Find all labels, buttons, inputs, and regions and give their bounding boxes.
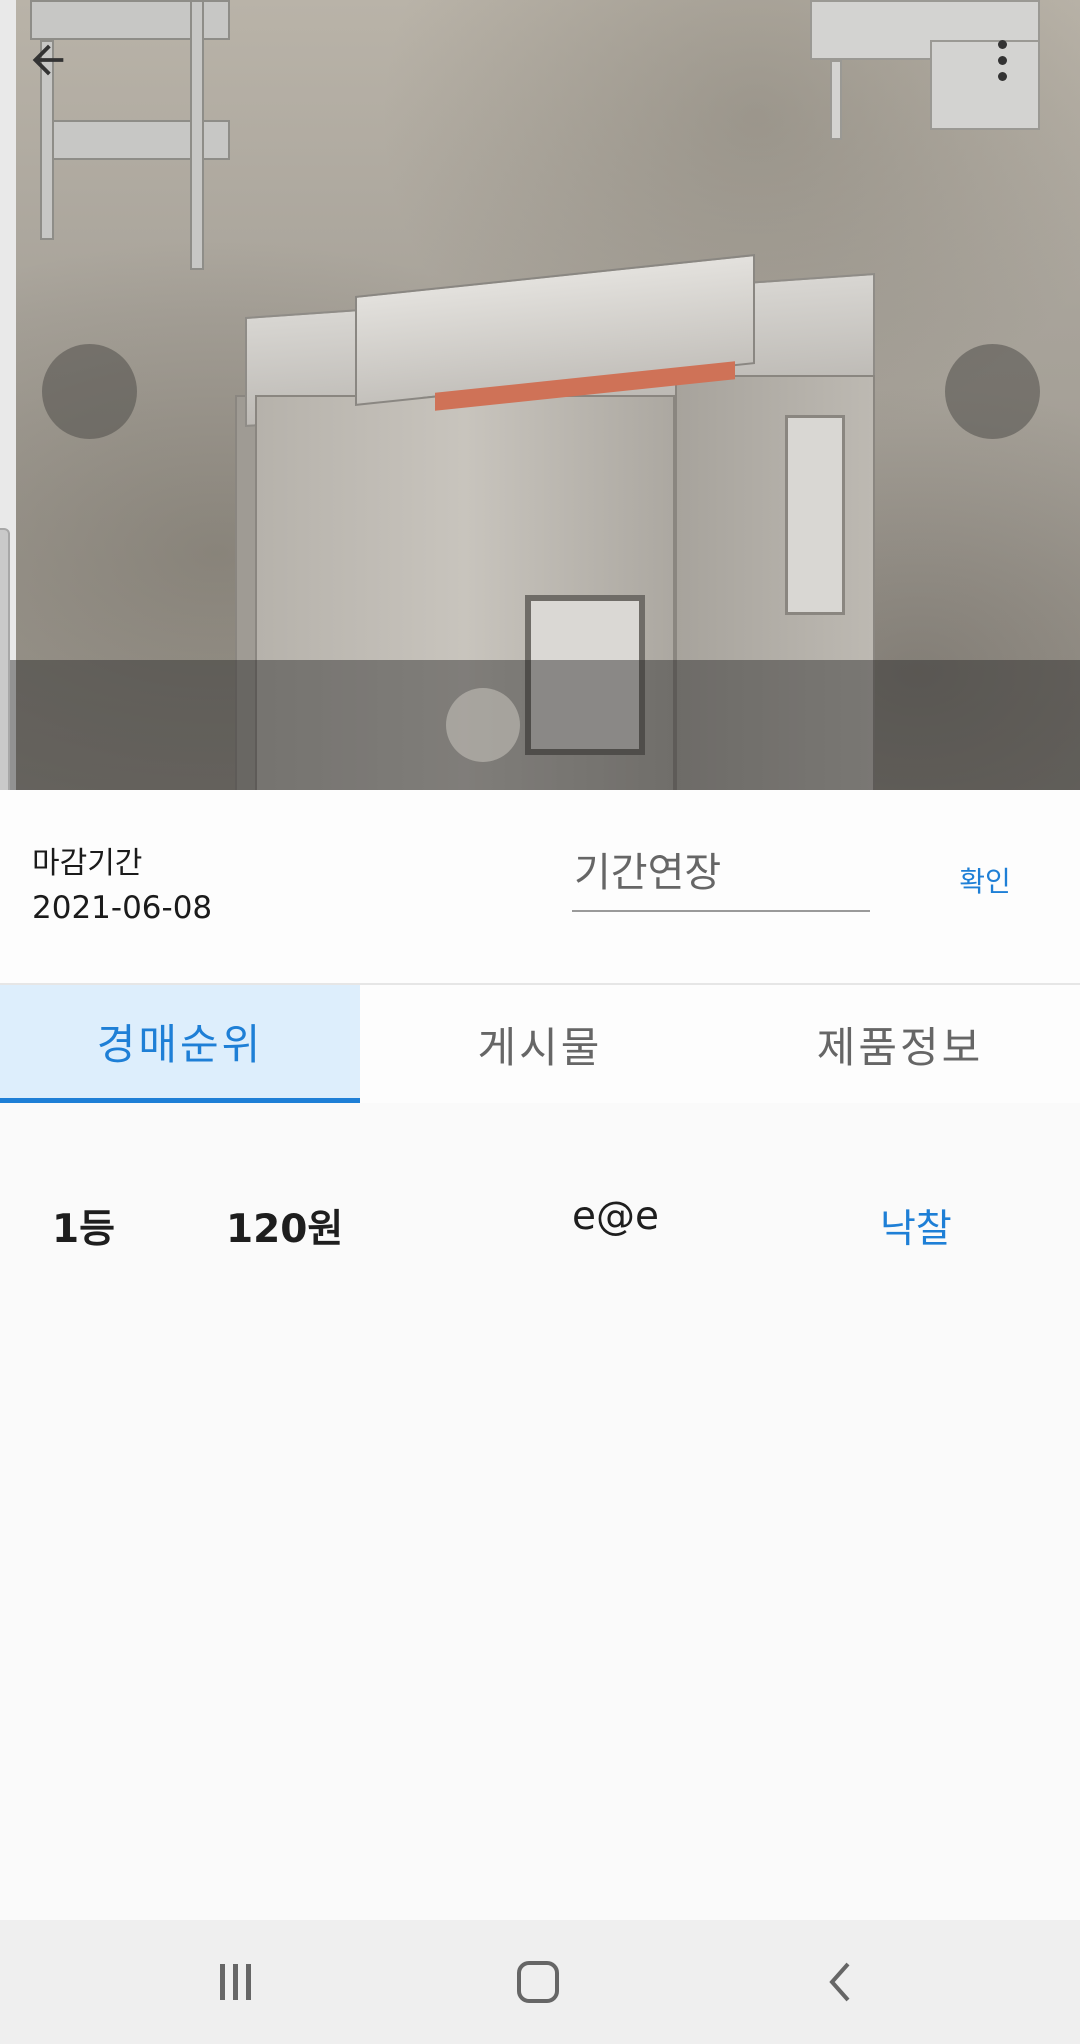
more-dot — [997, 55, 1007, 65]
recent-apps-icon — [220, 1964, 251, 2000]
tab-posts[interactable]: 게시물 — [360, 985, 720, 1103]
deadline-date: 2021-06-08 — [32, 890, 213, 926]
deadline-label: 마감기간 — [32, 846, 143, 881]
more-options-button[interactable] — [980, 30, 1024, 90]
back-icon — [829, 1962, 850, 2002]
system-navigation-bar — [0, 1920, 1080, 2044]
extend-period-input[interactable] — [572, 842, 870, 912]
home-button[interactable] — [488, 1942, 588, 2022]
confirm-button[interactable]: 확인 — [940, 858, 1030, 902]
next-image-button[interactable] — [945, 344, 1040, 439]
back-button[interactable] — [22, 34, 74, 86]
award-bid-button[interactable]: 낙찰 — [880, 1198, 952, 1254]
table-row: 1등 120원 e@e 낙찰 — [0, 1170, 1080, 1270]
product-image-carousel[interactable] — [0, 0, 1080, 790]
carousel-page-indicator[interactable] — [446, 688, 520, 762]
tab-bar: 경매순위 게시물 제품정보 — [0, 985, 1080, 1103]
bidder-id: e@e — [572, 1194, 659, 1239]
home-icon — [517, 1961, 559, 2003]
arrow-left-icon — [32, 44, 64, 76]
prev-image-button[interactable] — [42, 344, 137, 439]
back-nav-button[interactable] — [792, 1942, 892, 2022]
tab-product-info[interactable]: 제품정보 — [720, 985, 1080, 1103]
more-dot — [997, 71, 1007, 81]
image-indicator-bar — [0, 660, 1080, 790]
tab-auction-ranking[interactable]: 경매순위 — [0, 985, 360, 1103]
bid-amount: 120원 — [226, 1207, 344, 1252]
rank-position: 1등 — [52, 1207, 116, 1252]
more-vert-icon — [997, 39, 1007, 49]
recent-apps-button[interactable] — [186, 1942, 286, 2022]
deadline-section: 마감기간 2021-06-08 확인 — [0, 790, 1080, 985]
